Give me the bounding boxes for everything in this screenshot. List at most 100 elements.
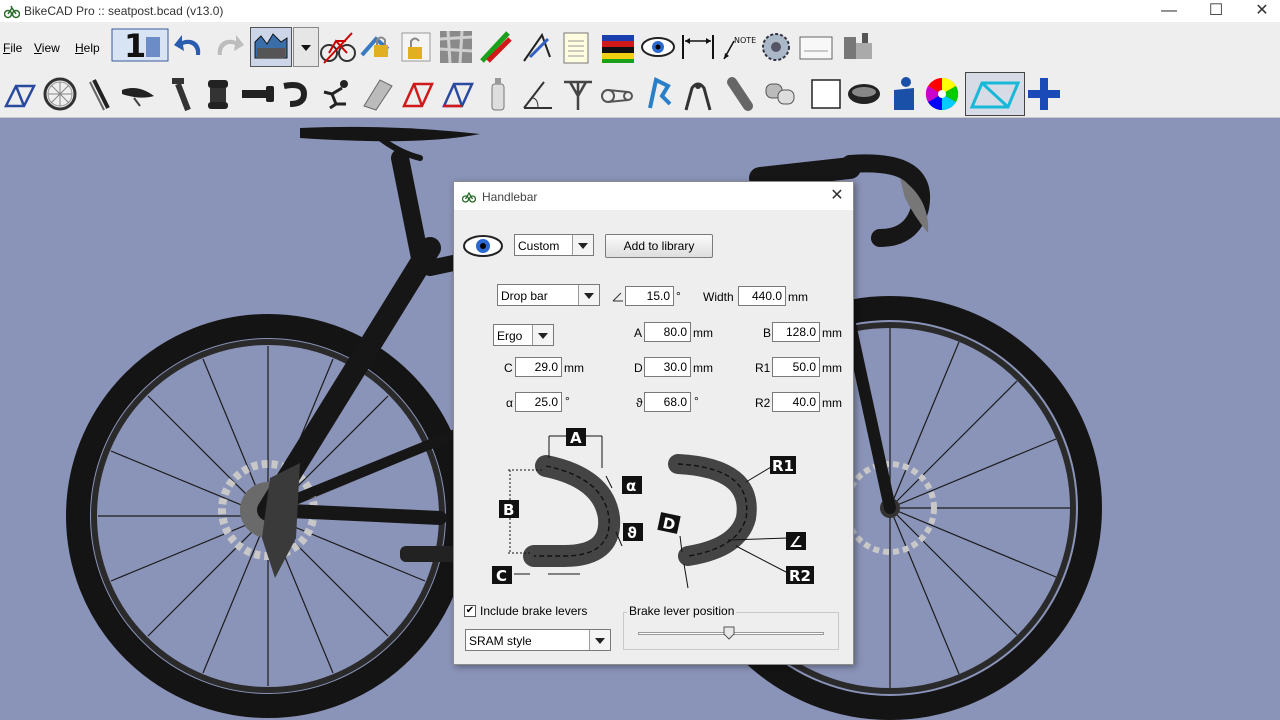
eye-icon[interactable] (640, 29, 676, 65)
dimension-arrows-icon[interactable] (680, 29, 716, 65)
rider-figure-icon[interactable] (884, 76, 920, 112)
paper-icon[interactable] (798, 29, 834, 65)
dialog-app-icon (462, 191, 476, 203)
geometry-tool-icon[interactable] (518, 29, 554, 65)
angle-field[interactable]: 15.0 (625, 286, 674, 306)
a-field[interactable]: 80.0 (644, 322, 691, 342)
version-one-icon[interactable]: 1 (110, 27, 170, 63)
handlebar-dialog: Handlebar ✕ Custom Add to library Drop b… (453, 181, 854, 665)
saddle-icon[interactable] (120, 76, 156, 112)
headset-icon[interactable] (200, 76, 236, 112)
note-icon[interactable]: NOTE (720, 29, 756, 65)
fixture-icon[interactable] (840, 29, 876, 65)
bar-type-value: Drop bar (501, 289, 548, 303)
frame-red-icon[interactable] (400, 76, 436, 112)
r1-label: R1 (755, 361, 771, 375)
a-unit: mm (693, 326, 713, 340)
svg-text:1: 1 (124, 27, 146, 63)
theta-label: ϑ (636, 396, 643, 410)
menu-view[interactable]: View (34, 41, 60, 55)
brake-caliper-icon[interactable] (640, 76, 676, 112)
flag-icon[interactable] (600, 29, 636, 65)
undo-icon[interactable] (172, 29, 208, 65)
fork-icon[interactable] (82, 76, 118, 112)
r2-field[interactable]: 40.0 (772, 392, 820, 412)
width-label: Width (703, 290, 734, 304)
color-wheel-icon[interactable] (924, 76, 960, 112)
menu-file[interactable]: File (3, 41, 22, 55)
diagram-bar-left (508, 435, 623, 575)
frame-cyan-icon[interactable] (965, 72, 1025, 116)
bar-type-select[interactable]: Drop bar (497, 284, 600, 306)
d-unit: mm (693, 361, 713, 375)
dropdown-icon[interactable] (293, 27, 319, 67)
brake-lever-position-slider[interactable] (723, 626, 735, 640)
angle-icon[interactable] (520, 76, 556, 112)
handlebar-icon[interactable] (280, 76, 316, 112)
d-field[interactable]: 30.0 (644, 357, 691, 377)
diagram-label-theta: ϑ (627, 524, 637, 542)
brake-style-select[interactable]: SRAM style (465, 629, 611, 651)
frame-angle-icon[interactable] (478, 29, 514, 65)
add-icon[interactable] (1026, 76, 1062, 112)
alpha-field[interactable]: 25.0 (515, 392, 562, 412)
r2-label: R2 (755, 396, 771, 410)
rim-brake-icon[interactable] (680, 76, 716, 112)
bend-type-select[interactable]: Ergo (493, 324, 554, 346)
angle-icon (612, 292, 623, 302)
r1-field[interactable]: 50.0 (772, 357, 820, 377)
terrain-icon[interactable] (250, 27, 292, 67)
diagram-label-a: A (570, 429, 582, 447)
menu-help[interactable]: Help (75, 41, 100, 55)
include-brake-levers-checkbox[interactable]: ✔ (464, 605, 476, 617)
redo-icon[interactable] (210, 29, 246, 65)
drivetrain-icon[interactable] (600, 76, 636, 112)
add-to-library-button[interactable]: Add to library (605, 234, 713, 258)
notepad-icon[interactable] (558, 29, 594, 65)
app-icon (4, 5, 20, 19)
c-unit: mm (564, 361, 584, 375)
bend-type-value: Ergo (497, 329, 523, 343)
frame-icon[interactable] (2, 76, 38, 112)
preset-value: Custom (518, 239, 560, 253)
bottle-icon[interactable] (480, 76, 516, 112)
dialog-titlebar: Handlebar ✕ (454, 182, 853, 210)
width-field[interactable]: 440.0 (738, 286, 786, 306)
component-toolbar (0, 72, 1280, 118)
theta-field[interactable]: 68.0 (644, 392, 691, 412)
tire-icon[interactable] (846, 76, 882, 112)
r1-unit: mm (822, 361, 842, 375)
maximize-button[interactable]: ☐ (1193, 0, 1239, 22)
dialog-close-icon[interactable]: ✕ (827, 186, 847, 206)
unlock-icon[interactable] (398, 29, 434, 65)
alpha-label: α (506, 396, 513, 410)
preset-select[interactable]: Custom (514, 234, 594, 256)
blank-box-icon[interactable] (808, 76, 844, 112)
b-unit: mm (822, 326, 842, 340)
chain-link-icon[interactable] (762, 76, 798, 112)
rider-icon[interactable] (320, 76, 356, 112)
bike-dimension-icon[interactable] (320, 29, 356, 65)
menubar-toolbar-row: File View Help 1 NOTE (0, 22, 1280, 72)
close-button[interactable]: ✕ (1239, 0, 1280, 22)
minimize-button[interactable]: — (1146, 0, 1192, 22)
seat-lug-icon[interactable] (560, 76, 596, 112)
frame-blue-icon[interactable] (440, 76, 476, 112)
visibility-eye-icon[interactable] (462, 233, 504, 259)
lock-icon[interactable] (358, 29, 394, 65)
c-field[interactable]: 29.0 (515, 357, 562, 377)
cable-icon[interactable] (722, 76, 758, 112)
window-titlebar: BikeCAD Pro :: seatpost.bcad (v13.0) — ☐… (0, 0, 1280, 22)
tube-icon[interactable] (360, 76, 396, 112)
width-unit: mm (788, 290, 808, 304)
b-field[interactable]: 128.0 (772, 322, 820, 342)
b-label: B (763, 326, 772, 340)
wheel-icon[interactable] (42, 76, 78, 112)
chainring-icon[interactable] (758, 29, 794, 65)
diagram-label-b: B (503, 501, 514, 519)
stem-icon[interactable] (240, 76, 276, 112)
seatpost-icon[interactable] (162, 76, 198, 112)
texture-icon[interactable] (438, 29, 474, 65)
diagram-bar-right (668, 454, 789, 589)
diagram-label-angle: ∠ (789, 533, 802, 551)
